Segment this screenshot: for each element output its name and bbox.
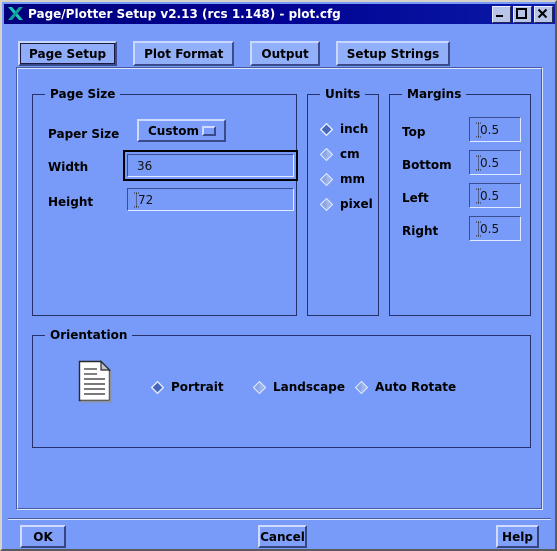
units-group-title: Units [320,87,366,101]
tab-label: Page Setup [29,46,107,61]
close-icon[interactable] [534,5,553,23]
page-size-group-title: Page Size [45,87,121,101]
cancel-button[interactable]: Cancel [258,525,307,548]
margin-left-input[interactable]: 0.5 [469,183,521,208]
margin-right-value: 0.5 [480,221,500,236]
tab-label: Setup Strings [346,46,440,61]
radio-diamond-icon [320,172,333,186]
tab-content-inner: Page Size Paper Size Custom Width 36 Hei… [17,68,542,509]
margins-group-title: Margins [402,87,467,101]
paper-size-value: Custom [148,123,199,138]
tab-setup-strings[interactable]: Setup Strings [335,41,451,66]
margin-bottom-value: 0.5 [480,155,500,170]
help-button[interactable]: Help [496,525,539,548]
radio-label: Portrait [171,380,224,394]
radio-label: Auto Rotate [375,380,457,394]
orientation-group-title: Orientation [45,328,133,342]
help-button-label: Help [502,529,533,544]
margin-top-label: Top [402,125,426,139]
radio-label: Landscape [273,380,345,394]
orientation-group: Orientation Portrait Landscape Auto Rota… [32,328,531,448]
tab-label: Plot Format [144,46,224,61]
radio-diamond-icon [320,122,333,136]
radio-orientation-auto-rotate[interactable]: Auto Rotate [355,380,456,394]
margin-bottom-input[interactable]: 0.5 [469,150,521,175]
width-value: 36 [137,158,153,173]
margin-right-label: Right [402,224,439,238]
radio-units-pixel[interactable]: pixel [320,197,373,211]
ok-button-label: OK [33,529,53,544]
radio-label: mm [340,172,366,186]
chevron-down-icon [202,125,216,136]
paper-size-dropdown[interactable]: Custom [137,119,226,142]
tab-content-panel: Page Size Paper Size Custom Width 36 Hei… [16,67,543,510]
ok-button[interactable]: OK [20,525,66,548]
radio-label: pixel [340,197,373,211]
dialog-window: Page/Plotter Setup v2.13 (rcs 1.148) - p… [0,0,557,551]
tab-bar: Page Setup Plot Format Output Setup Stri… [18,40,466,67]
margin-right-input[interactable]: 0.5 [469,216,521,241]
x-logo-icon [7,6,25,22]
height-label: Height [48,195,94,209]
radio-diamond-icon [320,147,333,161]
maximize-icon[interactable] [513,5,532,23]
tab-output[interactable]: Output [250,41,320,66]
margin-left-value: 0.5 [480,188,500,203]
width-input[interactable]: 36 [127,154,294,177]
document-page-icon [77,360,113,404]
title-bar[interactable]: Page/Plotter Setup v2.13 (rcs 1.148) - p… [4,4,555,24]
radio-orientation-portrait[interactable]: Portrait [151,380,224,394]
button-bar-divider [8,518,551,520]
radio-orientation-landscape[interactable]: Landscape [253,380,345,394]
window-title: Page/Plotter Setup v2.13 (rcs 1.148) - p… [28,7,341,21]
margin-bottom-label: Bottom [402,158,452,172]
radio-units-mm[interactable]: mm [320,172,365,186]
tab-plot-format[interactable]: Plot Format [133,41,235,66]
height-value: 72 [138,192,154,207]
margins-group: Margins Top 0.5 Bottom 0.5 Left 0.5 Righ… [389,87,531,316]
page-size-group: Page Size Paper Size Custom Width 36 Hei… [32,87,298,316]
radio-diamond-icon [253,380,266,394]
minimize-icon[interactable] [492,5,511,23]
width-label: Width [48,160,89,174]
height-input[interactable]: 72 [127,188,294,211]
dialog-client-area: Page Setup Plot Format Output Setup Stri… [4,24,555,549]
radio-units-cm[interactable]: cm [320,147,360,161]
radio-diamond-icon [320,197,333,211]
radio-label: cm [340,147,360,161]
cancel-button-label: Cancel [260,529,305,544]
tab-page-setup[interactable]: Page Setup [18,41,118,66]
tab-label: Output [261,46,309,61]
radio-units-inch[interactable]: inch [320,122,368,136]
radio-diamond-icon [355,380,368,394]
radio-label: inch [340,122,369,136]
margin-left-label: Left [402,191,429,205]
margin-top-value: 0.5 [480,122,500,137]
radio-diamond-icon [151,380,164,394]
paper-size-label: Paper Size [48,127,120,141]
margin-top-input[interactable]: 0.5 [469,117,521,142]
units-group: Units inch cm mm pixel [307,87,379,316]
